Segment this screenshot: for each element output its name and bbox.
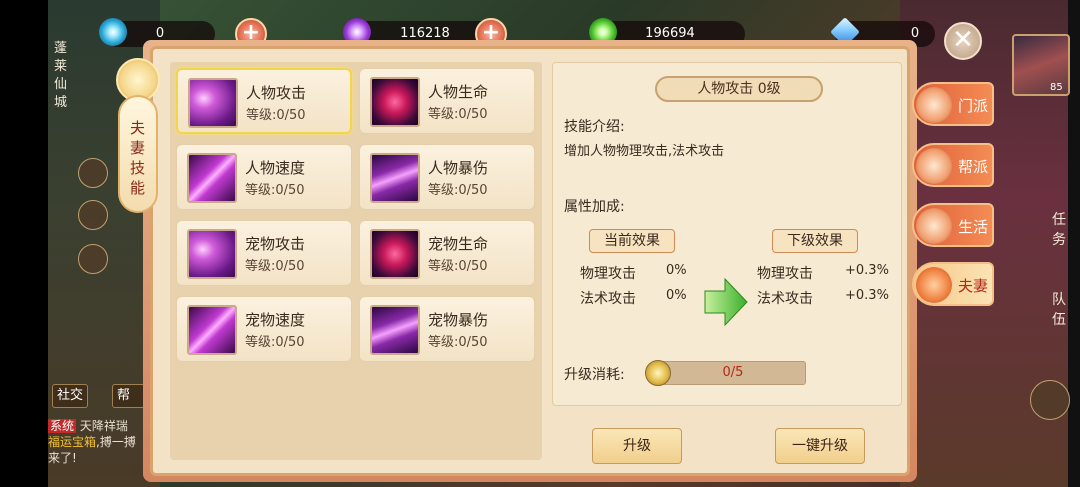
skill-level: 等级:0/50 — [428, 335, 488, 350]
place-name: 蓬莱仙城 — [54, 41, 68, 110]
crit-skill-icon — [370, 305, 420, 355]
ribbon-label: 夫 妻 技 能 — [130, 118, 146, 198]
current-attr-name: 法术攻击 — [580, 291, 636, 307]
skill-item[interactable]: 人物暴伤 等级:0/50 — [359, 144, 535, 210]
currency-1-value: 0 — [155, 26, 165, 41]
skill-item[interactable]: 人物速度 等级:0/50 — [176, 144, 352, 210]
skill-level: 等级:0/50 — [246, 108, 306, 123]
task-char-1: 任 — [1052, 212, 1066, 228]
skill-level: 等级:0/50 — [245, 335, 305, 350]
tab-label: 门派 — [958, 97, 989, 115]
left-black-bar — [0, 0, 48, 487]
skill-item[interactable]: 人物生命 等级:0/50 — [359, 68, 535, 134]
skill-name: 宠物速度 — [245, 311, 306, 329]
attr-label: 属性加成: — [564, 199, 625, 215]
attack-skill-icon — [187, 229, 237, 279]
tab-guild[interactable]: 帮派 — [912, 143, 994, 187]
cost-value: 0/5 — [722, 365, 744, 380]
current-attr-value: 0% — [666, 288, 687, 303]
skill-item[interactable]: 宠物暴伤 等级:0/50 — [359, 296, 535, 362]
next-attr-name: 法术攻击 — [757, 291, 813, 307]
intro-text: 增加人物物理攻击,法术攻击 — [564, 144, 725, 159]
team-char-2: 伍 — [1052, 312, 1066, 328]
current-attr-value: 0% — [666, 263, 687, 278]
current-attr-name: 物理攻击 — [580, 266, 636, 282]
skill-item[interactable]: 宠物生命 等级:0/50 — [359, 220, 535, 286]
speed-skill-icon — [187, 305, 237, 355]
next-attr-value: +0.3% — [845, 288, 889, 303]
chat-gold-text: 福运宝箱 — [48, 435, 97, 449]
arrow-right-icon — [704, 277, 748, 327]
skill-item[interactable]: 宠物速度 等级:0/50 — [176, 296, 352, 362]
skill-item[interactable]: 宠物攻击 等级:0/50 — [176, 220, 352, 286]
skill-level: 等级:0/50 — [428, 183, 488, 198]
chat-line-1: 天降祥瑞 — [79, 419, 128, 433]
skill-name: 人物速度 — [245, 159, 306, 177]
skill-name: 人物攻击 — [246, 84, 307, 102]
task-label[interactable]: 任务 — [1052, 210, 1068, 250]
ribbon-char-3: 技 — [130, 159, 146, 177]
ribbon-char-1: 夫 — [130, 119, 146, 137]
scene-button-2[interactable] — [78, 200, 108, 230]
skill-item[interactable]: 人物攻击 等级:0/50 — [176, 68, 352, 134]
next-effect-tag: 下级效果 — [772, 229, 858, 253]
currency-3-value: 196694 — [645, 26, 695, 41]
next-attr-name: 物理攻击 — [757, 266, 813, 282]
team-char-1: 队 — [1052, 292, 1066, 308]
tab-life[interactable]: 生活 — [912, 203, 994, 247]
social-button[interactable]: 社交 — [52, 384, 89, 408]
ribbon-char-4: 能 — [130, 179, 146, 197]
close-button[interactable]: ✕ — [944, 22, 982, 60]
tab-label: 帮派 — [958, 158, 989, 176]
tab-label: 夫妻 — [958, 277, 989, 295]
tab-sect[interactable]: 门派 — [912, 82, 994, 126]
speed-skill-icon — [187, 153, 237, 203]
skill-level: 等级:0/50 — [428, 107, 488, 122]
skill-name: 人物生命 — [428, 83, 489, 101]
guild-icon — [916, 148, 952, 184]
upgrade-button[interactable]: 升级 — [592, 428, 682, 464]
skill-level: 等级:0/50 — [245, 183, 305, 198]
currency-4-value: 0 — [910, 26, 920, 41]
skill-name: 人物暴伤 — [428, 159, 489, 177]
ribbon-char-2: 妻 — [130, 139, 146, 157]
scene-button-3[interactable] — [78, 244, 108, 274]
crit-skill-icon — [370, 153, 420, 203]
chat-line-2: ,搏一搏 — [96, 435, 136, 449]
cost-label: 升级消耗: — [564, 367, 625, 383]
heart-icon — [916, 267, 952, 303]
currency-2-value: 116218 — [400, 26, 450, 41]
skill-name: 宠物生命 — [428, 235, 489, 253]
brush-icon — [916, 208, 952, 244]
intro-label: 技能介绍: — [564, 119, 625, 135]
attack-skill-icon — [188, 78, 238, 128]
skill-name: 宠物攻击 — [245, 235, 306, 253]
task-char-2: 务 — [1052, 232, 1066, 248]
scene-right-button[interactable] — [1030, 380, 1070, 420]
next-attr-value: +0.3% — [845, 263, 889, 278]
current-effect-tag: 当前效果 — [589, 229, 675, 253]
tab-label: 生活 — [958, 218, 989, 236]
heart-skill-icon — [370, 229, 420, 279]
scene-button-1[interactable] — [78, 158, 108, 188]
skill-title: 人物攻击 0级 — [655, 76, 823, 102]
chat-line-3: 来了! — [48, 451, 77, 465]
swirl-icon — [916, 87, 952, 123]
skill-level: 等级:0/50 — [428, 259, 488, 274]
skill-name: 宠物暴伤 — [428, 311, 489, 329]
chat-system-tag: 系统 — [48, 419, 77, 433]
avatar-level: 85 — [1050, 82, 1063, 93]
chat-box[interactable]: 系统 天降祥瑞 福运宝箱,搏一搏 来了! — [48, 418, 154, 466]
heart-skill-icon — [370, 77, 420, 127]
one-click-upgrade-button[interactable]: 一键升级 — [775, 428, 865, 464]
blue-jade-icon — [99, 18, 127, 46]
team-label[interactable]: 队伍 — [1052, 290, 1068, 330]
skill-level: 等级:0/50 — [245, 259, 305, 274]
tab-couple[interactable]: 夫妻 — [912, 262, 994, 306]
